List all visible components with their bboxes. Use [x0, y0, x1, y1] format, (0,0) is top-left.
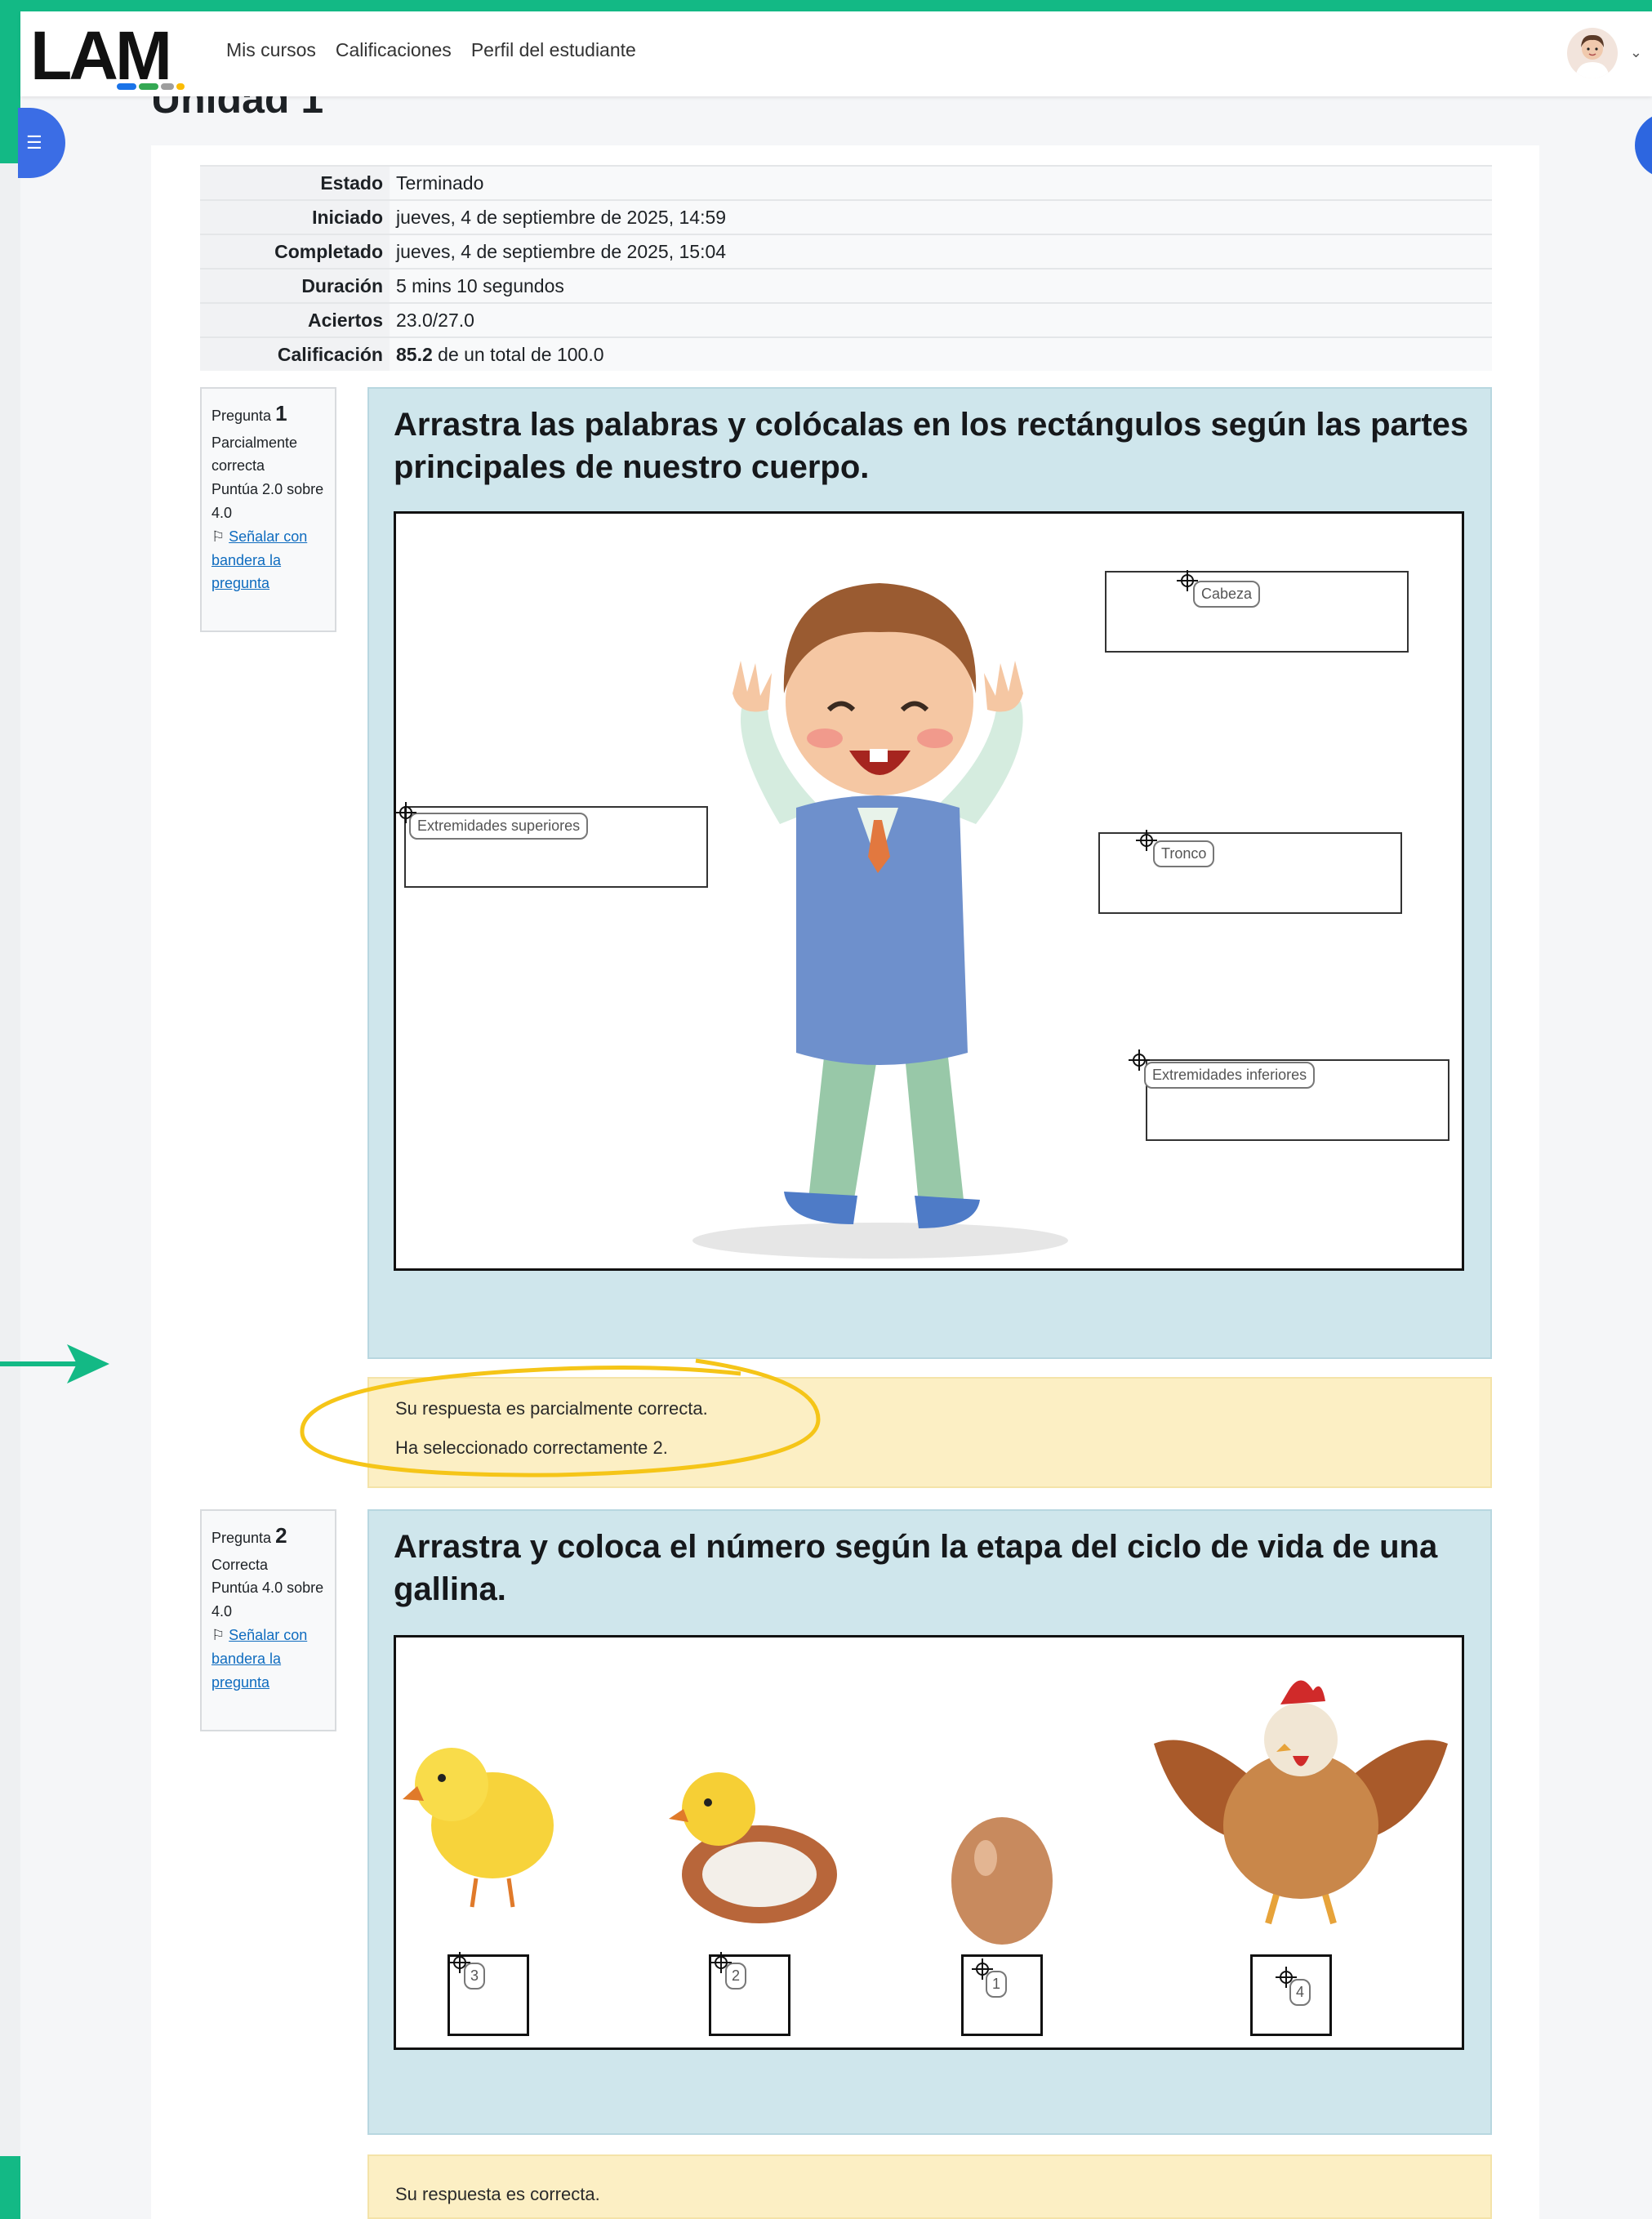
flag-icon: ⚐	[212, 1626, 225, 1643]
grade-value: 85.2	[396, 343, 433, 365]
crosshair-icon	[1177, 570, 1198, 591]
crosshair-icon	[396, 802, 416, 823]
question-label: Pregunta	[212, 1530, 272, 1546]
table-row: Aciertos 23.0/27.0	[200, 302, 1492, 337]
question-status: Correcta	[212, 1556, 269, 1573]
question-2-info: Pregunta 2 Correcta Puntúa 4.0 sobre 4.0…	[200, 1509, 336, 1731]
left-drawer-edge	[0, 163, 20, 2156]
question-number: 2	[275, 1523, 287, 1548]
top-accent-bar	[0, 0, 1652, 11]
logo-dots	[117, 83, 185, 90]
table-row: Iniciado jueves, 4 de septiembre de 2025,…	[200, 199, 1492, 234]
nav-calificaciones[interactable]: Calificaciones	[336, 39, 452, 61]
list-icon: ☰	[26, 132, 42, 153]
nav-mis-cursos[interactable]: Mis cursos	[226, 39, 316, 61]
hen-illustration	[1154, 1680, 1448, 1925]
left-accent-strip-bottom	[0, 2156, 20, 2219]
question-2-feedback: Su respuesta es correcta.	[367, 2154, 1492, 2219]
hatching-chick-illustration	[669, 1772, 837, 1923]
question-status: Parcialmente correcta	[212, 434, 298, 475]
number-chip[interactable]: 1	[986, 1971, 1008, 1998]
crosshair-icon	[972, 1958, 993, 1980]
answer-chip-tronco[interactable]: Tronco	[1153, 840, 1215, 867]
summary-value: 85.2 de un total de 100.0	[390, 336, 1492, 371]
question-number: 1	[275, 401, 287, 426]
table-row: Duración 5 mins 10 segundos	[200, 268, 1492, 303]
number-chip[interactable]: 4	[1289, 1979, 1311, 2006]
crosshair-icon	[1136, 830, 1157, 851]
number-chip[interactable]: 3	[464, 1963, 486, 1990]
egg-illustration	[951, 1817, 1053, 1945]
question-score: Puntúa 4.0 sobre 4.0	[212, 1580, 324, 1620]
summary-value: 23.0/27.0	[390, 302, 1492, 337]
block-drawer-toggle[interactable]	[1635, 113, 1652, 178]
attempt-summary-table: Estado Terminado Iniciado jueves, 4 de sep…	[200, 165, 1492, 371]
flag-question-link[interactable]: Señalar con bandera la pregunta	[212, 528, 307, 592]
drag-drop-canvas: 3 2 1 4	[394, 1635, 1464, 2050]
summary-label: Estado	[200, 165, 390, 200]
site-logo[interactable]: LAM	[30, 16, 202, 95]
annotation-ellipse	[300, 1358, 821, 1477]
crosshair-icon	[1129, 1049, 1150, 1071]
crosshair-icon	[1276, 1967, 1297, 1988]
summary-label: Iniciado	[200, 199, 390, 234]
annotation-arrow-icon	[0, 1344, 109, 1384]
question-2-title: Arrastra y coloca el número según la eta…	[394, 1529, 1438, 1607]
question-score: Puntúa 2.0 sobre 4.0	[212, 481, 324, 521]
question-1-title: Arrastra las palabras y colócalas en los…	[394, 407, 1469, 485]
top-navbar: LAM Mis cursos Calificaciones Perfil del…	[20, 11, 1652, 96]
question-2-content: Arrastra y coloca el número según la eta…	[367, 1509, 1492, 2135]
chick-illustration	[403, 1748, 554, 1908]
user-avatar[interactable]	[1567, 28, 1618, 78]
drag-drop-canvas: Cabeza Extremidades superiores Tronco Ex…	[394, 511, 1464, 1271]
crosshair-icon	[449, 1952, 470, 1973]
chevron-down-icon[interactable]: ⌄	[1630, 44, 1642, 61]
course-index-toggle[interactable]: ☰	[18, 108, 65, 178]
nav-perfil[interactable]: Perfil del estudiante	[471, 39, 636, 61]
summary-value: jueves, 4 de septiembre de 2025, 14:59	[390, 199, 1492, 234]
crosshair-icon	[710, 1952, 732, 1973]
summary-label: Calificación	[200, 336, 390, 371]
question-1-info: Pregunta 1 Parcialmente correcta Puntúa …	[200, 387, 336, 632]
primary-nav: Mis cursos Calificaciones Perfil del est…	[226, 39, 636, 61]
table-row: Calificación 85.2 de un total de 100.0	[200, 336, 1492, 371]
question-label: Pregunta	[212, 408, 272, 424]
table-row: Estado Terminado	[200, 165, 1492, 200]
number-chip[interactable]: 2	[725, 1963, 747, 1990]
boy-illustration	[692, 583, 1068, 1259]
summary-label: Duración	[200, 268, 390, 303]
summary-label: Aciertos	[200, 302, 390, 337]
answer-chip-extremidades-inferiores[interactable]: Extremidades inferiores	[1144, 1062, 1316, 1089]
feedback-text: Su respuesta es correcta.	[395, 2184, 600, 2204]
flag-icon: ⚐	[212, 528, 225, 545]
table-row: Completado jueves, 4 de septiembre de 202…	[200, 234, 1492, 269]
flag-question-link[interactable]: Señalar con bandera la pregunta	[212, 1627, 307, 1691]
summary-value: Terminado	[390, 165, 1492, 200]
answer-chip-extremidades-superiores[interactable]: Extremidades superiores	[409, 813, 589, 840]
summary-value: 5 mins 10 segundos	[390, 268, 1492, 303]
summary-label: Completado	[200, 234, 390, 269]
grade-total: de un total de 100.0	[432, 343, 604, 365]
answer-chip-cabeza[interactable]: Cabeza	[1193, 581, 1261, 608]
summary-value: jueves, 4 de septiembre de 2025, 15:04	[390, 234, 1492, 269]
question-1-content: Arrastra las palabras y colócalas en los…	[367, 387, 1492, 1359]
